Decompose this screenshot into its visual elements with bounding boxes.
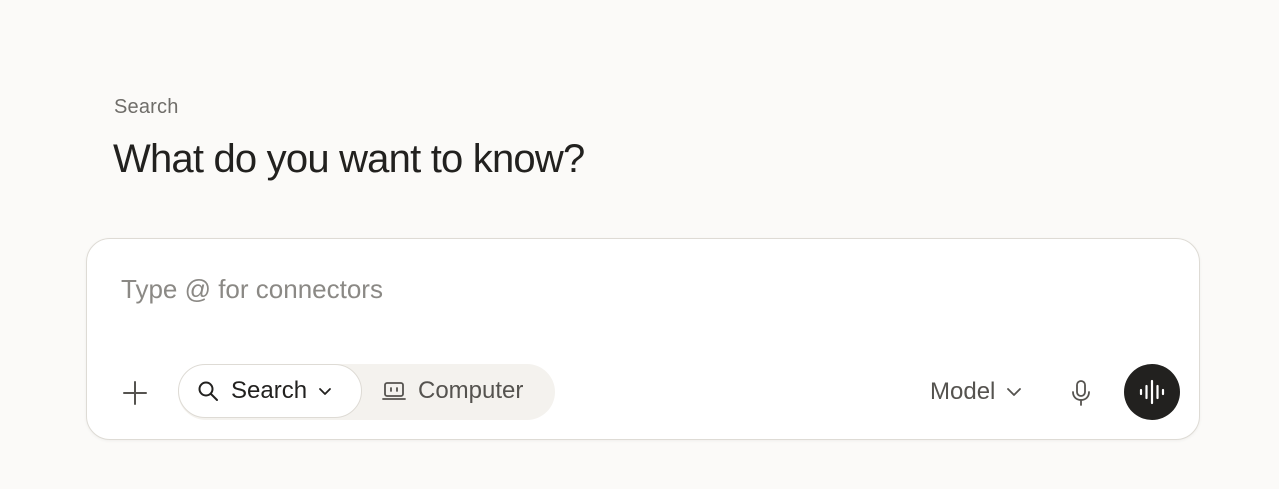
search-page: Search What do you want to know? Search bbox=[0, 0, 1279, 489]
section-label: Search bbox=[114, 96, 179, 118]
computer-icon bbox=[382, 382, 406, 400]
plus-icon bbox=[123, 381, 147, 405]
microphone-icon bbox=[1072, 380, 1090, 406]
model-dropdown[interactable]: Model bbox=[930, 375, 1023, 409]
voice-waveform-icon bbox=[1139, 379, 1165, 405]
mode-search-button[interactable]: Search bbox=[178, 364, 362, 418]
query-composer: Search Computer Model bbox=[86, 238, 1200, 440]
mode-selector: Search Computer bbox=[178, 364, 555, 420]
page-title: What do you want to know? bbox=[113, 137, 585, 181]
attach-button[interactable] bbox=[115, 373, 155, 413]
dictation-button[interactable] bbox=[1063, 373, 1099, 413]
chevron-down-icon bbox=[317, 383, 333, 399]
query-input[interactable] bbox=[121, 269, 1161, 309]
voice-mode-button[interactable] bbox=[1124, 364, 1180, 420]
chevron-down-icon bbox=[1005, 383, 1023, 401]
mode-computer-label: Computer bbox=[418, 377, 524, 404]
mode-computer-button[interactable]: Computer bbox=[382, 364, 523, 418]
mode-search-label: Search bbox=[231, 377, 308, 404]
model-label: Model bbox=[930, 378, 996, 405]
search-icon bbox=[198, 381, 218, 401]
